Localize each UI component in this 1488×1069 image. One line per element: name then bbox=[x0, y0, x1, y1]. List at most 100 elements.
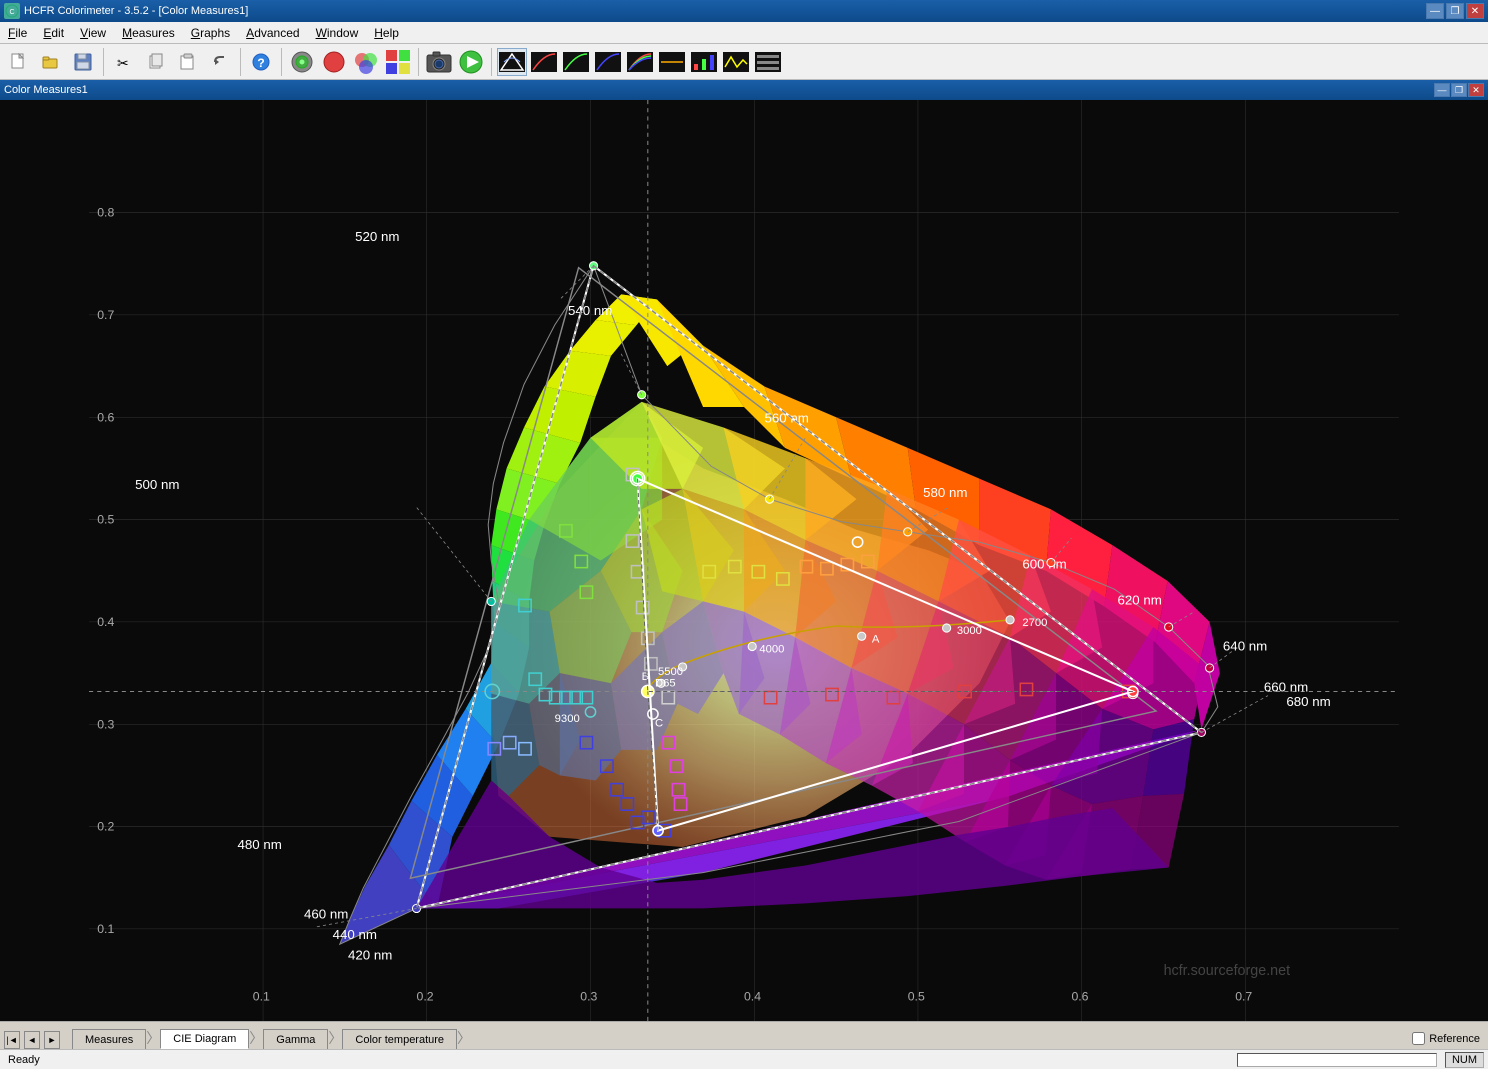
svg-text:0.5: 0.5 bbox=[908, 990, 925, 1004]
svg-text:4000: 4000 bbox=[759, 644, 784, 656]
title-text: HCFR Colorimeter - 3.5.2 - [Color Measur… bbox=[24, 5, 248, 17]
pattern-button[interactable] bbox=[383, 48, 413, 76]
view-gamma-b-button[interactable] bbox=[593, 48, 623, 76]
svg-text:0.6: 0.6 bbox=[97, 410, 114, 424]
svg-text:0.4: 0.4 bbox=[97, 615, 114, 629]
svg-text:640 nm: 640 nm bbox=[1223, 639, 1267, 654]
tab-prev-button[interactable]: ◄ bbox=[24, 1031, 40, 1049]
view-contrast-button[interactable] bbox=[721, 48, 751, 76]
mdi-restore-button[interactable]: ❐ bbox=[1451, 83, 1467, 97]
tab-cie-label: CIE Diagram bbox=[173, 1033, 236, 1045]
cut-button[interactable]: ✂ bbox=[109, 48, 139, 76]
menu-edit[interactable]: Edit bbox=[35, 22, 72, 44]
svg-text:5500: 5500 bbox=[658, 666, 683, 678]
sep-2 bbox=[240, 48, 241, 76]
svg-text:0.2: 0.2 bbox=[97, 820, 114, 834]
app-icon: C bbox=[4, 3, 20, 19]
copy-button[interactable] bbox=[141, 48, 171, 76]
tab-sep-3: 〉 bbox=[328, 1028, 342, 1048]
svg-text:0.5: 0.5 bbox=[97, 513, 114, 527]
tab-gamma[interactable]: Gamma bbox=[263, 1029, 328, 1049]
tab-sep-2: 〉 bbox=[249, 1028, 263, 1048]
help-button[interactable]: ? bbox=[246, 48, 276, 76]
mdi-title: Color Measures1 bbox=[4, 84, 88, 96]
svg-text:hcfr.sourceforge.net: hcfr.sourceforge.net bbox=[1164, 963, 1291, 979]
view-gamma-rgb-button[interactable] bbox=[625, 48, 655, 76]
new-button[interactable] bbox=[4, 48, 34, 76]
tab-bar: |◄ ◄ ► Measures 〉 CIE Diagram 〉 Gamma 〉 … bbox=[0, 1021, 1488, 1049]
reference-checkbox[interactable] bbox=[1412, 1032, 1425, 1045]
sep-3 bbox=[281, 48, 282, 76]
svg-text:480 nm: 480 nm bbox=[237, 837, 281, 852]
measure-setup-button[interactable] bbox=[287, 48, 317, 76]
view-colortemp-button[interactable] bbox=[657, 48, 687, 76]
menu-window[interactable]: Window bbox=[308, 22, 367, 44]
view-summary-button[interactable] bbox=[753, 48, 783, 76]
svg-text:420 nm: 420 nm bbox=[348, 948, 392, 963]
mdi-area: Color Measures1 — ❐ ✕ bbox=[0, 80, 1488, 1021]
tab-measures-label: Measures bbox=[85, 1034, 133, 1046]
svg-text:C: C bbox=[655, 717, 663, 729]
svg-text:620 nm: 620 nm bbox=[1118, 593, 1162, 608]
tab-color-temp[interactable]: Color temperature bbox=[342, 1029, 457, 1049]
svg-text:460 nm: 460 nm bbox=[304, 907, 348, 922]
restore-button[interactable]: ❐ bbox=[1446, 3, 1464, 19]
svg-text:660 nm: 660 nm bbox=[1264, 679, 1308, 694]
mdi-close-button[interactable]: ✕ bbox=[1468, 83, 1484, 97]
svg-text:?: ? bbox=[257, 56, 264, 70]
svg-text:0.3: 0.3 bbox=[580, 990, 597, 1004]
svg-text:0.4: 0.4 bbox=[744, 990, 761, 1004]
svg-text:A: A bbox=[872, 633, 880, 645]
paste-button[interactable] bbox=[173, 48, 203, 76]
menu-advanced[interactable]: Advanced bbox=[238, 22, 307, 44]
svg-text:0.3: 0.3 bbox=[97, 717, 114, 731]
color-multi-button[interactable] bbox=[351, 48, 381, 76]
status-text: Ready bbox=[0, 1054, 1237, 1066]
svg-text:3000: 3000 bbox=[957, 625, 982, 637]
menu-measures[interactable]: Measures bbox=[114, 22, 183, 44]
menu-help[interactable]: Help bbox=[366, 22, 407, 44]
svg-text:440 nm: 440 nm bbox=[333, 927, 377, 942]
tab-measures[interactable]: Measures bbox=[72, 1029, 146, 1049]
svg-text:600 nm: 600 nm bbox=[1022, 557, 1066, 572]
tab-cie-diagram[interactable]: CIE Diagram bbox=[160, 1029, 249, 1049]
close-button[interactable]: ✕ bbox=[1466, 3, 1484, 19]
menu-view[interactable]: View bbox=[72, 22, 114, 44]
svg-text:0.8: 0.8 bbox=[97, 206, 114, 220]
svg-text:0.6: 0.6 bbox=[1071, 990, 1088, 1004]
svg-text:0.2: 0.2 bbox=[417, 990, 434, 1004]
undo-button[interactable] bbox=[205, 48, 235, 76]
view-gamma-r-button[interactable] bbox=[529, 48, 559, 76]
capture-button[interactable] bbox=[424, 48, 454, 76]
view-levels-button[interactable] bbox=[689, 48, 719, 76]
svg-text:✂: ✂ bbox=[117, 55, 129, 71]
view-gamma-g-button[interactable] bbox=[561, 48, 591, 76]
view-cie-button[interactable] bbox=[497, 48, 527, 76]
tab-sep-4: 〉 bbox=[457, 1028, 471, 1048]
mdi-min-button[interactable]: — bbox=[1434, 83, 1450, 97]
svg-text:0.7: 0.7 bbox=[97, 308, 114, 322]
num-lock-indicator: NUM bbox=[1445, 1052, 1484, 1068]
mdi-child-titlebar: Color Measures1 — ❐ ✕ bbox=[0, 80, 1488, 100]
color-red-button[interactable] bbox=[319, 48, 349, 76]
svg-text:540 nm: 540 nm bbox=[568, 303, 612, 318]
minimize-button[interactable]: — bbox=[1426, 3, 1444, 19]
play-button[interactable] bbox=[456, 48, 486, 76]
menu-graphs[interactable]: Graphs bbox=[183, 22, 238, 44]
save-button[interactable] bbox=[68, 48, 98, 76]
sep-5 bbox=[491, 48, 492, 76]
open-button[interactable] bbox=[36, 48, 66, 76]
title-bar: C HCFR Colorimeter - 3.5.2 - [Color Meas… bbox=[0, 0, 1488, 22]
svg-text:D65: D65 bbox=[655, 677, 676, 689]
svg-text:0.7: 0.7 bbox=[1235, 990, 1252, 1004]
svg-text:0.1: 0.1 bbox=[253, 990, 270, 1004]
svg-text:680 nm: 680 nm bbox=[1286, 694, 1330, 709]
toolbar: ✂ ? bbox=[0, 44, 1488, 80]
svg-text:C: C bbox=[9, 9, 14, 16]
menu-file[interactable]: File bbox=[0, 22, 35, 44]
svg-text:0.1: 0.1 bbox=[97, 922, 114, 936]
cie-diagram: 0.1 0.2 0.3 0.4 0.5 0.6 0.7 0.8 0.1 0.2 … bbox=[0, 100, 1488, 1021]
tab-next-button[interactable]: ► bbox=[44, 1031, 60, 1049]
tab-first-button[interactable]: |◄ bbox=[4, 1031, 20, 1049]
svg-text:9300: 9300 bbox=[555, 713, 580, 725]
